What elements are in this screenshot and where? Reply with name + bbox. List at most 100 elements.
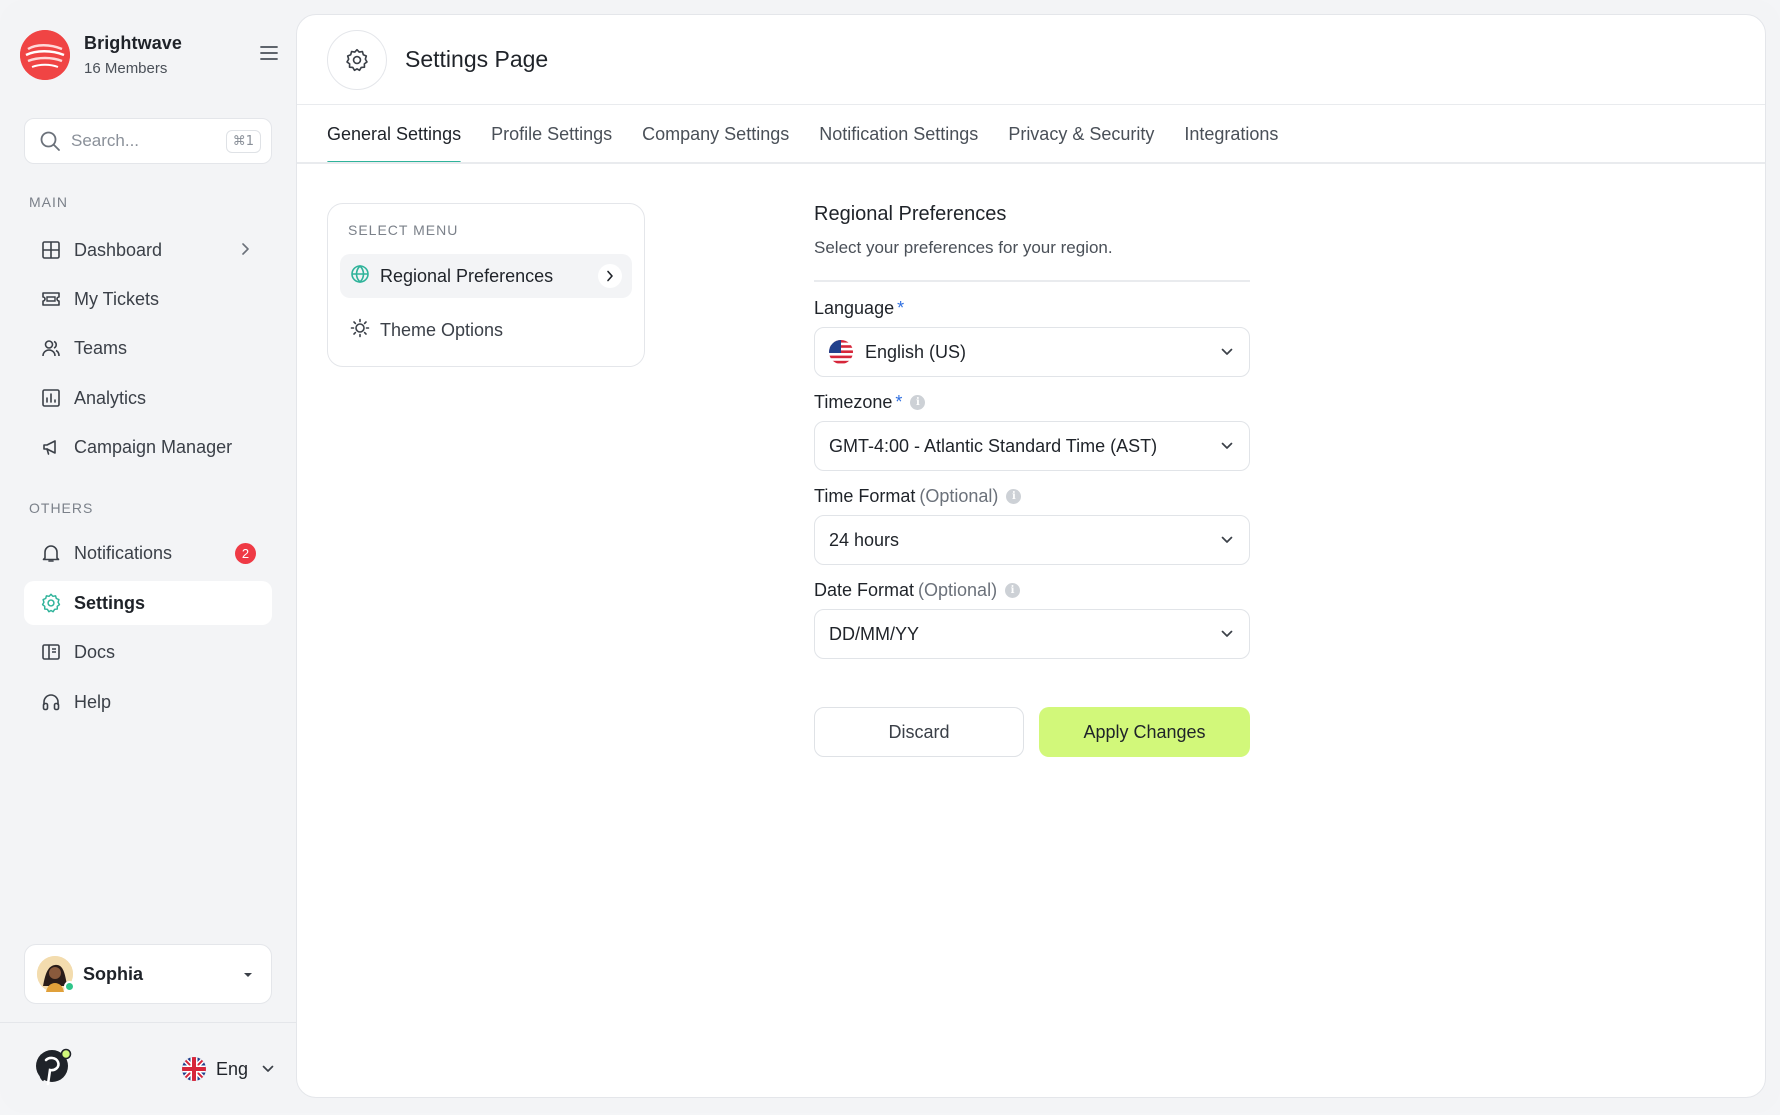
page-title: Settings Page (405, 46, 549, 72)
avatar (37, 956, 75, 992)
select-menu-header: SELECT MENU (348, 222, 459, 238)
user-menu[interactable]: Sophia (24, 944, 272, 1004)
date-format-label: Date Format (814, 579, 915, 600)
required-marker: * (897, 297, 905, 318)
menu-item-theme-options[interactable]: Theme Options (340, 308, 632, 352)
sidebar-item-label: Docs (74, 641, 116, 662)
workspace-members-count: 16 Members (84, 60, 168, 77)
user-name: Sophia (83, 963, 144, 984)
sidebar-item-my-tickets[interactable]: My Tickets (24, 277, 272, 321)
language-field: Language * English (US) (814, 297, 1250, 377)
sidebar-item-teams[interactable]: Teams (24, 326, 272, 370)
sidebar-item-label: Help (74, 691, 112, 712)
sidebar-item-label: Teams (74, 337, 128, 358)
sidebar-item-notifications[interactable]: Notifications 2 (24, 531, 272, 575)
sidebar-item-settings[interactable]: Settings (24, 581, 272, 625)
language-value: English (US) (865, 341, 967, 362)
chevron-down-icon (1221, 343, 1233, 361)
headphones-icon (40, 691, 62, 713)
chevron-right-icon (240, 240, 250, 261)
time-format-value: 24 hours (829, 529, 900, 550)
sidebar-item-dashboard[interactable]: Dashboard (24, 228, 272, 272)
analytics-icon (40, 387, 62, 409)
chevron-down-icon (1221, 437, 1233, 455)
tab-notification-settings[interactable]: Notification Settings (819, 105, 978, 163)
ticket-icon (40, 288, 62, 310)
sidebar-item-analytics[interactable]: Analytics (24, 376, 272, 420)
section-label-main: MAIN (29, 194, 68, 210)
sidebar-item-docs[interactable]: Docs (24, 630, 272, 674)
sidebar-item-label: Notifications (74, 542, 173, 563)
timezone-select[interactable]: GMT-4:00 - Atlantic Standard Time (AST) (814, 421, 1250, 471)
tab-general-settings[interactable]: General Settings (327, 105, 462, 164)
tab-integrations[interactable]: Integrations (1184, 105, 1278, 163)
main-panel: Settings Page General Settings Profile S… (296, 14, 1766, 1098)
optional-marker: (Optional) (919, 485, 999, 506)
language-label: Language (814, 297, 895, 318)
date-format-select[interactable]: DD/MM/YY (814, 609, 1250, 659)
info-icon[interactable]: i (1005, 582, 1021, 598)
sidebar-item-label: Dashboard (74, 239, 163, 260)
time-format-field: Time Format (Optional) i 24 hours (814, 485, 1250, 565)
sidebar-item-label: My Tickets (74, 288, 160, 309)
required-marker: * (895, 391, 903, 412)
sidebar-item-campaign-manager[interactable]: Campaign Manager (24, 425, 272, 469)
users-icon (40, 337, 62, 359)
tab-company-settings[interactable]: Company Settings (642, 105, 789, 163)
language-select[interactable]: English (US) (814, 327, 1250, 377)
chevron-down-icon (1221, 625, 1233, 643)
sidebar-item-label: Settings (74, 592, 146, 613)
discard-button[interactable]: Discard (814, 707, 1024, 757)
sidebar-item-label: Analytics (74, 387, 147, 408)
menu-toggle-icon[interactable] (258, 42, 280, 64)
globe-icon (350, 264, 370, 289)
form-divider (814, 280, 1250, 282)
uk-flag-icon (182, 1057, 206, 1081)
timezone-value: GMT-4:00 - Atlantic Standard Time (AST) (829, 435, 1158, 456)
app-logo-icon (34, 1046, 76, 1092)
menu-item-regional-preferences[interactable]: Regional Preferences (340, 254, 632, 298)
apply-changes-button[interactable]: Apply Changes (1039, 707, 1250, 757)
notification-count-badge: 2 (235, 542, 256, 564)
menu-item-label: Regional Preferences (380, 265, 554, 286)
form-title: Regional Preferences (814, 203, 1007, 225)
time-format-label: Time Format (814, 485, 916, 506)
search-input[interactable] (71, 131, 211, 151)
time-format-select[interactable]: 24 hours (814, 515, 1250, 565)
brightwave-logo-icon (20, 30, 70, 80)
tabs-divider (297, 162, 1765, 164)
select-menu-card: SELECT MENU Regional Preferences Theme O… (327, 203, 645, 367)
chevron-right-icon (598, 264, 622, 288)
app-frame: Brightwave 16 Members ⌘1 MAIN Dashboard … (0, 0, 1780, 1113)
search-shortcut: ⌘1 (225, 129, 261, 153)
workspace-name: Brightwave (84, 33, 183, 53)
search-box[interactable]: ⌘1 (24, 118, 272, 164)
section-label-others: OTHERS (29, 500, 94, 516)
settings-gear-icon (327, 29, 387, 90)
info-icon[interactable]: i (1006, 488, 1022, 504)
timezone-field: Timezone * i GMT-4:00 - Atlantic Standar… (814, 391, 1250, 471)
chevron-down-icon (262, 1060, 274, 1078)
us-flag-icon (829, 340, 853, 364)
online-status-dot (64, 981, 75, 992)
language-label: Eng (216, 1058, 249, 1079)
info-icon[interactable]: i (910, 394, 926, 410)
workspace-switcher[interactable]: Brightwave 16 Members (20, 28, 280, 82)
optional-marker: (Optional) (918, 579, 998, 600)
sidebar-divider (0, 1022, 296, 1023)
search-icon (40, 131, 60, 151)
tab-profile-settings[interactable]: Profile Settings (491, 105, 612, 163)
bell-icon (40, 542, 62, 564)
dashboard-icon (40, 239, 62, 261)
sidebar-item-help[interactable]: Help (24, 680, 272, 724)
caret-down-icon (243, 965, 253, 983)
timezone-label: Timezone (814, 391, 893, 412)
settings-tabs: General Settings Profile Settings Compan… (327, 105, 1308, 164)
date-format-field: Date Format (Optional) i DD/MM/YY (814, 579, 1250, 659)
chevron-down-icon (1221, 531, 1233, 549)
language-switcher[interactable]: Eng (182, 1056, 274, 1082)
sidebar-item-label: Campaign Manager (74, 436, 233, 457)
sidebar: Brightwave 16 Members ⌘1 MAIN Dashboard … (0, 0, 296, 1113)
page-header: Settings Page (297, 15, 1765, 105)
tab-privacy-security[interactable]: Privacy & Security (1008, 105, 1154, 163)
